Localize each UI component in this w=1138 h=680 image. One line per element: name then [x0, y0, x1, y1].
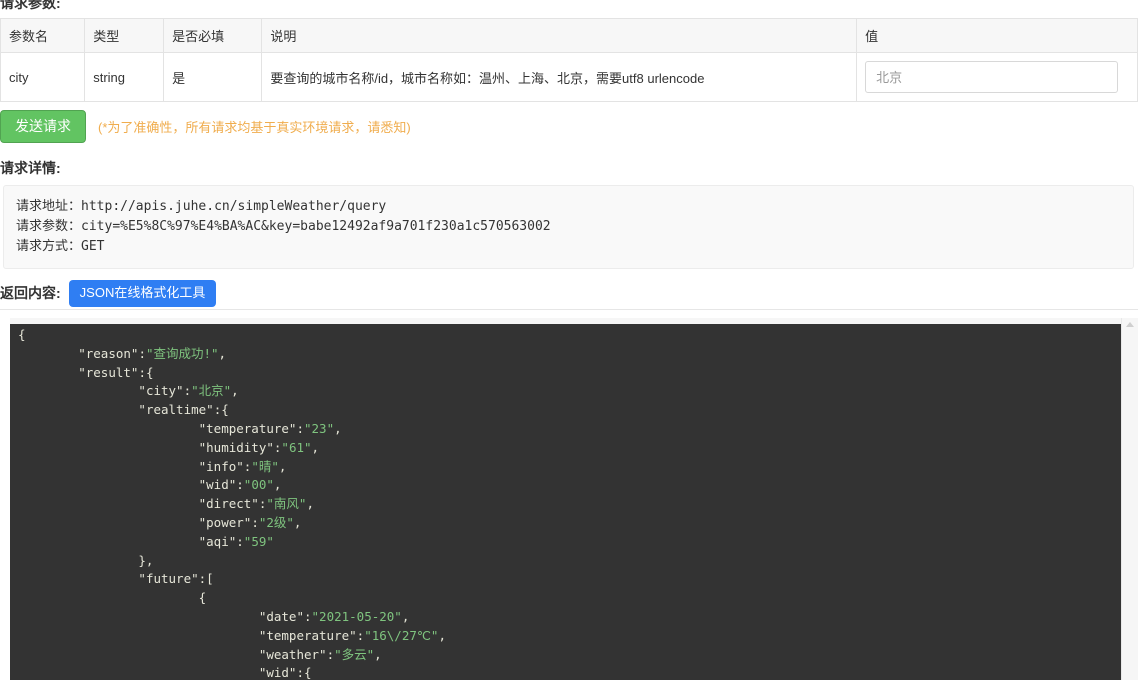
section-divider — [0, 309, 1138, 310]
request-method-value: GET — [81, 239, 105, 254]
cell-param-description: 要查询的城市名称/id，城市名称如：温州、上海、北京，需要utf8 urlenc… — [261, 52, 858, 102]
request-params-table: 参数名 类型 是否必填 说明 值 city string 是 要查询的城市名称/… — [0, 18, 1138, 102]
request-params-label: 请求参数： — [16, 218, 82, 233]
column-header-description: 说明 — [261, 18, 858, 53]
json-formatter-tool-button[interactable]: JSON在线格式化工具 — [68, 280, 217, 307]
code-top-strip — [10, 318, 1138, 324]
cell-param-value — [856, 52, 1138, 102]
cell-param-name: city — [0, 52, 86, 102]
page-scrollbar[interactable] — [1121, 318, 1138, 680]
request-method-line: 请求方式：GET — [16, 236, 1121, 256]
column-header-param-name: 参数名 — [0, 18, 86, 53]
send-request-row: 发送请求 (*为了准确性，所有请求均基于真实环境请求，请悉知) — [0, 110, 411, 143]
response-json-code[interactable]: { "reason":"查询成功!", "result":{ "city":"北… — [10, 318, 1122, 680]
request-detail-title: 请求详情: — [0, 160, 61, 176]
column-header-required: 是否必填 — [163, 18, 263, 53]
column-header-value: 值 — [856, 18, 1138, 53]
scroll-up-arrow-icon[interactable] — [1126, 322, 1134, 327]
request-url-value: http://apis.juhe.cn/simpleWeather/query — [81, 199, 387, 214]
cell-param-required: 是 — [163, 52, 263, 102]
return-content-label: 返回内容: — [0, 285, 61, 302]
request-params-title: 请求参数: — [0, 0, 61, 11]
table-header-row: 参数名 类型 是否必填 说明 值 — [0, 18, 1138, 53]
request-url-label: 请求地址： — [16, 198, 82, 213]
cell-param-type: string — [84, 52, 165, 102]
city-value-input[interactable] — [865, 61, 1119, 93]
request-url-line: 请求地址：http://apis.juhe.cn/simpleWeather/q… — [16, 196, 1121, 216]
request-method-label: 请求方式： — [16, 238, 82, 253]
table-row: city string 是 要查询的城市名称/id，城市名称如：温州、上海、北京… — [0, 52, 1138, 102]
request-params-line: 请求参数：city=%E5%8C%97%E4%BA%AC&key=babe124… — [16, 216, 1121, 236]
request-detail-panel: 请求地址：http://apis.juhe.cn/simpleWeather/q… — [3, 185, 1134, 269]
response-code-area: { "reason":"查询成功!", "result":{ "city":"北… — [10, 318, 1138, 680]
return-content-row: 返回内容: JSON在线格式化工具 — [0, 280, 217, 307]
request-params-value: city=%E5%8C%97%E4%BA%AC&key=babe12492af9… — [81, 219, 551, 234]
column-header-type: 类型 — [84, 18, 165, 53]
send-request-note: (*为了准确性，所有请求均基于真实环境请求，请悉知) — [98, 119, 411, 135]
send-request-button[interactable]: 发送请求 — [0, 110, 86, 143]
